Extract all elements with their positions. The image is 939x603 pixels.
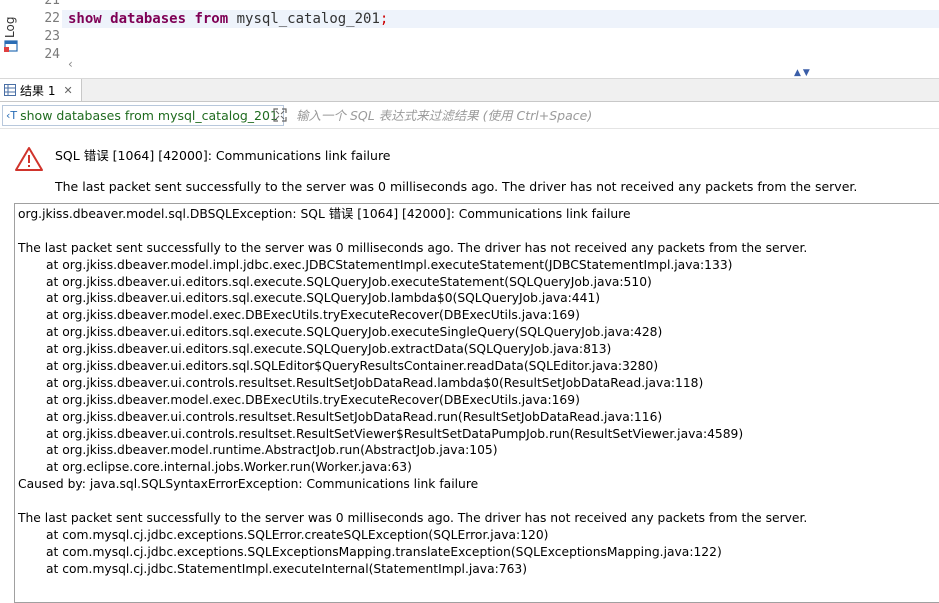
stack-trace-line — [18, 493, 939, 510]
stack-trace-line: at org.jkiss.dbeaver.ui.controls.results… — [46, 409, 663, 424]
stack-trace-line: The last packet sent successfully to the… — [18, 240, 808, 255]
code-line-current[interactable]: show databases from mysql_catalog_201; — [62, 10, 939, 28]
sql-identifier: mysql_catalog_201 — [236, 11, 380, 27]
line-number: 22 — [44, 11, 60, 26]
stack-trace-line: at org.jkiss.dbeaver.model.impl.jdbc.exe… — [46, 257, 733, 272]
stack-trace-line: at com.mysql.cj.jdbc.StatementImpl.execu… — [46, 561, 528, 576]
stack-trace-line: org.jkiss.dbeaver.model.sql.DBSQLExcepti… — [18, 207, 631, 221]
stack-trace-line: at org.jkiss.dbeaver.ui.editors.sql.exec… — [46, 274, 652, 289]
stack-trace-line: Caused by: java.sql.SQLSyntaxErrorExcept… — [18, 477, 479, 492]
scroll-left-icon[interactable]: ‹ — [68, 57, 73, 71]
sql-editor[interactable]: Log 21 22 23 24 show databases from mysq… — [0, 0, 939, 62]
stack-trace-line: at com.mysql.cj.jdbc.exceptions.SQLExcep… — [46, 544, 722, 559]
stack-trace-line: at org.jkiss.dbeaver.model.exec.DBExecUt… — [46, 392, 580, 407]
stack-trace-line: at org.jkiss.dbeaver.ui.editors.sql.exec… — [46, 342, 612, 357]
sql-keyword: from — [194, 11, 229, 27]
code-area[interactable]: show databases from mysql_catalog_201; — [62, 0, 939, 64]
filter-input[interactable] — [292, 106, 939, 125]
stack-trace-line: at org.jkiss.dbeaver.ui.editors.sql.exec… — [46, 291, 601, 306]
stack-trace-line: The last packet sent successfully to the… — [18, 511, 808, 526]
stack-trace-line: at org.jkiss.dbeaver.ui.controls.results… — [46, 375, 704, 390]
filter-bar: ‹T show databases from mysql_catalog_201 — [0, 103, 939, 129]
code-line[interactable] — [62, 0, 939, 10]
grid-icon — [4, 84, 16, 96]
results-nav-arrows-icon[interactable]: ▲▼ — [794, 68, 812, 78]
sql-semicolon: ; — [379, 11, 389, 27]
error-title: SQL 错误 [1064] [42000]: Communications li… — [55, 148, 391, 163]
stack-trace-lines: org.jkiss.dbeaver.model.sql.DBSQLExcepti… — [18, 206, 939, 578]
error-message: The last packet sent successfully to the… — [55, 179, 858, 194]
log-icon[interactable] — [4, 40, 18, 52]
line-number: 23 — [44, 29, 60, 44]
sql-keyword: show — [68, 11, 102, 27]
stack-trace-line: at org.jkiss.dbeaver.ui.controls.results… — [46, 426, 744, 441]
expand-icon[interactable] — [273, 108, 287, 122]
stack-trace-line: at org.eclipse.core.internal.jobs.Worker… — [46, 460, 412, 475]
stack-trace-line: at org.jkiss.dbeaver.model.runtime.Abstr… — [46, 443, 498, 458]
warning-triangle-icon — [15, 147, 43, 171]
code-line[interactable] — [62, 28, 939, 46]
tab-results-1[interactable]: 结果 1 ✕ — [0, 79, 82, 101]
tab-label: 结果 1 — [20, 83, 56, 98]
stack-trace-line — [18, 223, 939, 240]
stack-trace-line: at org.jkiss.dbeaver.ui.editors.sql.SQLE… — [46, 359, 659, 374]
stack-trace-line: at com.mysql.cj.jdbc.exceptions.SQLError… — [46, 527, 549, 542]
query-text: show databases from mysql_catalog_201 — [20, 108, 278, 123]
results-tab-bar: 结果 1 ✕ — [0, 78, 939, 102]
stack-trace-box[interactable]: org.jkiss.dbeaver.model.sql.DBSQLExcepti… — [14, 203, 939, 603]
text-query-icon: ‹T — [6, 109, 18, 122]
sql-keyword: databases — [110, 11, 187, 27]
stack-trace-line: at org.jkiss.dbeaver.model.exec.DBExecUt… — [46, 308, 580, 323]
log-tab-label[interactable]: Log — [3, 0, 17, 38]
line-number: 21 — [44, 0, 60, 8]
log-side-panel[interactable]: Log — [0, 0, 24, 58]
query-text-chip[interactable]: ‹T show databases from mysql_catalog_201 — [2, 105, 284, 126]
close-icon[interactable]: ✕ — [63, 84, 72, 97]
line-number: 24 — [44, 47, 60, 62]
line-number-gutter: 21 22 23 24 — [26, 0, 60, 64]
stack-trace-line: at org.jkiss.dbeaver.ui.editors.sql.exec… — [46, 325, 663, 340]
error-panel: SQL 错误 [1064] [42000]: Communications li… — [0, 129, 939, 603]
